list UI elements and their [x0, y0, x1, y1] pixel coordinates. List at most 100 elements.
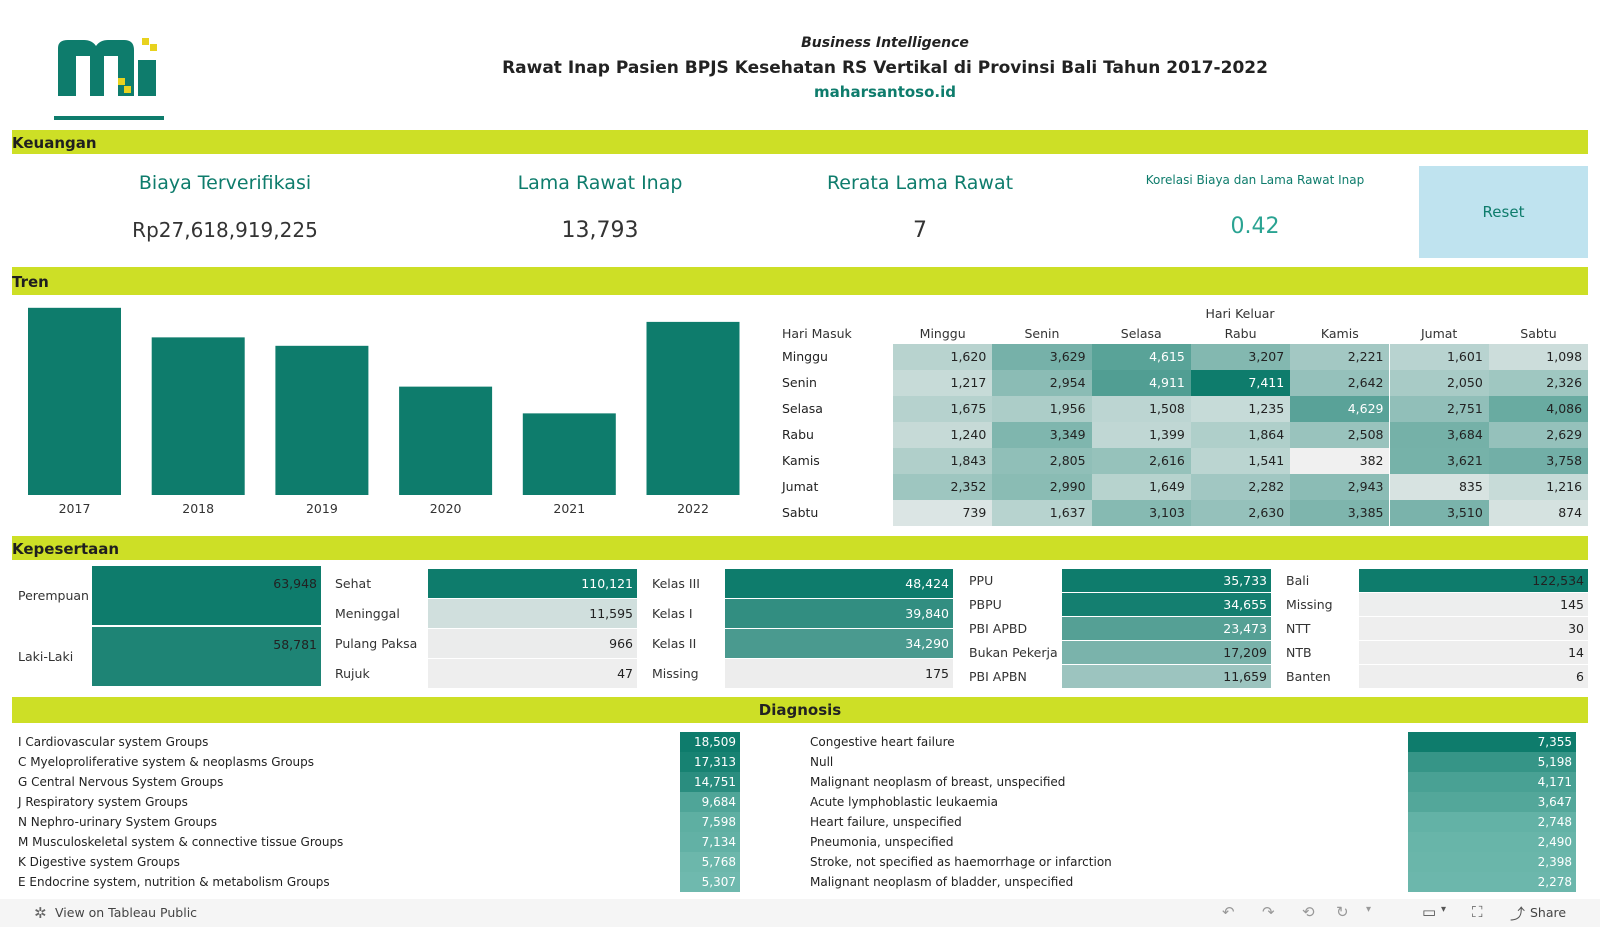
heatmap-cell[interactable]: 2,616: [1091, 448, 1191, 474]
fullscreen-icon[interactable]: ⛶: [1472, 903, 1483, 921]
heatmap-cell[interactable]: 2,943: [1290, 474, 1390, 500]
heatmap-cell[interactable]: 1,843: [893, 448, 993, 474]
kelas-bar[interactable]: 39,840: [725, 599, 953, 628]
kelas-bar[interactable]: 175: [725, 659, 953, 688]
provinsi-bar[interactable]: 30: [1359, 617, 1588, 640]
heatmap-cell[interactable]: 3,510: [1389, 500, 1489, 526]
heatmap-cell[interactable]: 1,216: [1488, 474, 1589, 500]
heatmap-cell[interactable]: 4,911: [1091, 370, 1191, 396]
segmen-bar[interactable]: 35,733: [1062, 569, 1271, 592]
heatmap-cell[interactable]: 3,621: [1389, 448, 1489, 474]
diagnosis-items-value[interactable]: 2,748: [1408, 812, 1576, 832]
heatmap-cell[interactable]: 1,098: [1488, 344, 1589, 370]
segmen-bar[interactable]: 34,655: [1062, 593, 1271, 616]
heatmap-cell[interactable]: 739: [893, 500, 993, 526]
heatmap-cell[interactable]: 1,637: [992, 500, 1092, 526]
status-bar[interactable]: 11,595: [428, 599, 637, 628]
heatmap-cell[interactable]: 2,642: [1290, 370, 1390, 396]
heatmap-cell[interactable]: 1,508: [1091, 396, 1191, 422]
heatmap-cell[interactable]: 3,629: [992, 344, 1092, 370]
kelas-bar[interactable]: 34,290: [725, 629, 953, 658]
heatmap-cell[interactable]: 382: [1290, 448, 1390, 474]
heatmap-cell[interactable]: 1,649: [1091, 474, 1191, 500]
heatmap-cell[interactable]: 2,352: [893, 474, 993, 500]
diagnosis-groups-value[interactable]: 17,313: [680, 752, 740, 772]
heatmap-cell[interactable]: 4,086: [1488, 396, 1589, 422]
heatmap-cell[interactable]: 2,508: [1290, 422, 1390, 448]
kelas-bar[interactable]: 48,424: [725, 569, 953, 598]
diagnosis-items-value[interactable]: 4,171: [1408, 772, 1576, 792]
heatmap-cell[interactable]: 2,050: [1389, 370, 1489, 396]
heatmap-cell[interactable]: 4,615: [1091, 344, 1191, 370]
heatmap-cell[interactable]: 2,954: [992, 370, 1092, 396]
segmen-bar[interactable]: 23,473: [1062, 617, 1271, 640]
heatmap-cell[interactable]: 3,684: [1389, 422, 1489, 448]
bar-2022[interactable]: [646, 321, 740, 495]
bar-2020[interactable]: [399, 386, 493, 495]
segmen-bar[interactable]: 17,209: [1062, 641, 1271, 664]
heatmap-cell[interactable]: 2,990: [992, 474, 1092, 500]
diagnosis-groups-value[interactable]: 5,768: [680, 852, 740, 872]
heatmap-cell[interactable]: 3,103: [1091, 500, 1191, 526]
heatmap-cell[interactable]: 1,541: [1190, 448, 1291, 474]
diagnosis-items-value[interactable]: 2,278: [1408, 872, 1576, 892]
diagnosis-groups-value[interactable]: 14,751: [680, 772, 740, 792]
status-bar[interactable]: 966: [428, 629, 637, 658]
heatmap-cell[interactable]: 1,235: [1190, 396, 1291, 422]
status-bar[interactable]: 47: [428, 659, 637, 688]
provinsi-bar[interactable]: 6: [1359, 665, 1588, 688]
heatmap-cell[interactable]: 1,217: [893, 370, 993, 396]
heatmap-cell[interactable]: 1,956: [992, 396, 1092, 422]
provinsi-bar[interactable]: 145: [1359, 593, 1588, 616]
diagnosis-items-value[interactable]: 2,398: [1408, 852, 1576, 872]
diagnosis-items-value[interactable]: 2,490: [1408, 832, 1576, 852]
gender-bar[interactable]: 58,781: [92, 627, 321, 686]
site-link[interactable]: maharsantoso.id: [735, 83, 1035, 101]
download-icon[interactable]: ▭: [1422, 903, 1436, 921]
diagnosis-groups-value[interactable]: 18,509: [680, 732, 740, 752]
heatmap-cell[interactable]: 2,751: [1389, 396, 1489, 422]
heatmap-cell[interactable]: 2,805: [992, 448, 1092, 474]
heatmap-cell[interactable]: 2,630: [1190, 500, 1291, 526]
redo-icon[interactable]: ↷: [1262, 903, 1275, 921]
heatmap-cell[interactable]: 4,629: [1290, 396, 1390, 422]
heatmap-cell[interactable]: 874: [1488, 500, 1589, 526]
diagnosis-groups-value[interactable]: 9,684: [680, 792, 740, 812]
diagnosis-items-value[interactable]: 3,647: [1408, 792, 1576, 812]
heatmap-cell[interactable]: 3,385: [1290, 500, 1390, 526]
heatmap-cell[interactable]: 1,399: [1091, 422, 1191, 448]
chevron-down-icon[interactable]: ▾: [1366, 904, 1371, 915]
undo-icon[interactable]: ↶: [1222, 903, 1235, 921]
heatmap-cell[interactable]: 2,282: [1190, 474, 1291, 500]
heatmap-cell[interactable]: 1,675: [893, 396, 993, 422]
diagnosis-groups-value[interactable]: 7,598: [680, 812, 740, 832]
provinsi-bar[interactable]: 122,534: [1359, 569, 1588, 592]
diagnosis-items-value[interactable]: 5,198: [1408, 752, 1576, 772]
heatmap-cell[interactable]: 1,601: [1389, 344, 1489, 370]
reset-button[interactable]: Reset: [1419, 166, 1588, 258]
heatmap-cell[interactable]: 3,349: [992, 422, 1092, 448]
heatmap-cell[interactable]: 1,864: [1190, 422, 1291, 448]
gender-bar[interactable]: 63,948: [92, 566, 321, 625]
provinsi-bar[interactable]: 14: [1359, 641, 1588, 664]
bar-2018[interactable]: [151, 337, 245, 495]
heatmap-cell[interactable]: 2,221: [1290, 344, 1390, 370]
bar-2017[interactable]: [28, 307, 121, 495]
heatmap-cell[interactable]: 7,411: [1190, 370, 1291, 396]
heatmap-cell[interactable]: 3,758: [1488, 448, 1589, 474]
download-chevron-icon[interactable]: ▾: [1441, 904, 1446, 915]
bar-2019[interactable]: [275, 345, 369, 495]
revert-icon[interactable]: ⟲: [1302, 903, 1315, 921]
diagnosis-items-value[interactable]: 7,355: [1408, 732, 1576, 752]
refresh-icon[interactable]: ↻: [1336, 903, 1349, 921]
heatmap-cell[interactable]: 835: [1389, 474, 1489, 500]
status-bar[interactable]: 110,121: [428, 569, 637, 598]
view-on-tableau-link[interactable]: View on Tableau Public: [55, 905, 197, 920]
heatmap-cell[interactable]: 3,207: [1190, 344, 1291, 370]
heatmap-cell[interactable]: 2,326: [1488, 370, 1589, 396]
diagnosis-groups-value[interactable]: 5,307: [680, 872, 740, 892]
diagnosis-groups-value[interactable]: 7,134: [680, 832, 740, 852]
share-button[interactable]: Share: [1530, 905, 1566, 920]
share-icon[interactable]: ⤴: [1510, 903, 1525, 924]
heatmap-cell[interactable]: 1,240: [893, 422, 993, 448]
